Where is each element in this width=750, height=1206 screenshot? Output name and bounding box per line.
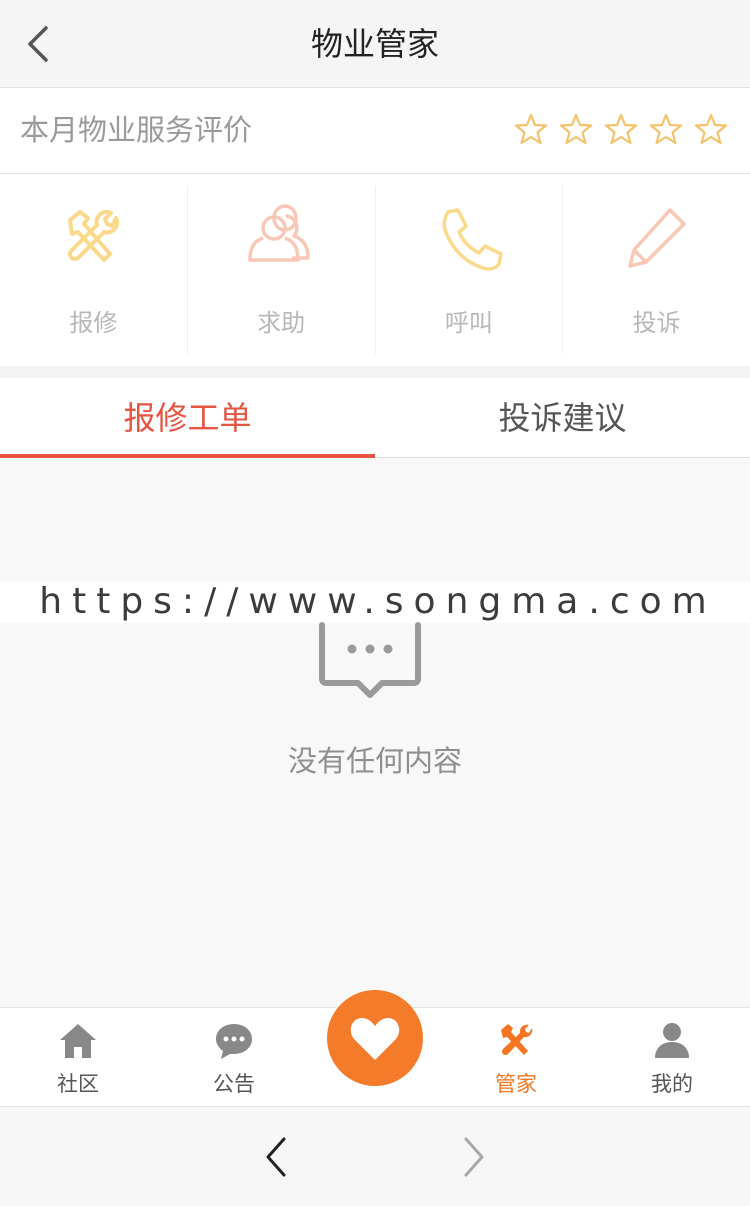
service-help[interactable]: 求助 (188, 186, 376, 354)
tabbar-label: 我的 (651, 1072, 693, 1096)
star-icon[interactable] (649, 112, 683, 146)
center-heart-button[interactable] (327, 990, 423, 1086)
tabbar-item-mine[interactable]: 我的 (594, 1008, 750, 1106)
order-tabs: 报修工单 投诉建议 (0, 378, 750, 458)
chevron-right-icon[interactable] (454, 1134, 494, 1180)
rating-stars[interactable] (514, 112, 728, 150)
home-icon (60, 1024, 96, 1058)
repair-tools-icon (501, 1024, 533, 1056)
browser-nav-bar (0, 1108, 750, 1206)
service-complaint[interactable]: 投诉 (563, 186, 750, 354)
tabbar-item-community[interactable]: 社区 (0, 1008, 156, 1106)
tabbar-item-butler[interactable]: 管家 (438, 1008, 594, 1106)
tab-complaints[interactable]: 投诉建议 (375, 378, 750, 457)
repair-tools-icon (68, 209, 120, 262)
service-help-label: 求助 (257, 309, 306, 337)
chevron-left-icon[interactable] (256, 1134, 296, 1180)
pencil-icon (627, 208, 686, 268)
star-icon[interactable] (604, 112, 638, 146)
chat-bubble-icon (216, 1024, 252, 1059)
top-nav-bar: 物业管家 (0, 0, 750, 88)
section-divider (0, 366, 750, 378)
service-repair-label: 报修 (69, 309, 118, 337)
service-repair[interactable]: 报修 (0, 186, 188, 354)
heart-icon (350, 1018, 400, 1060)
service-call-label: 呼叫 (444, 309, 493, 337)
tab-repair-orders[interactable]: 报修工单 (0, 378, 375, 458)
rating-label: 本月物业服务评价 (20, 113, 253, 147)
service-call[interactable]: 呼叫 (376, 186, 564, 354)
tabbar-label: 管家 (495, 1072, 537, 1096)
message-dots-icon (319, 622, 421, 698)
tabbar-label: 社区 (57, 1072, 99, 1096)
users-icon (248, 204, 310, 262)
watermark-text: https://www.songma.com (0, 581, 750, 623)
star-icon[interactable] (694, 112, 728, 146)
person-icon (655, 1023, 689, 1058)
service-complaint-label: 投诉 (632, 309, 681, 337)
tabbar-label: 公告 (213, 1072, 255, 1096)
star-icon[interactable] (514, 112, 548, 146)
page-title: 物业管家 (310, 25, 439, 63)
empty-state-text: 没有任何内容 (287, 744, 462, 778)
tab-content: https://www.songma.com 没有任何内容 (0, 459, 750, 1007)
star-icon[interactable] (559, 112, 593, 146)
service-rating-row: 本月物业服务评价 (0, 88, 750, 174)
service-grid: 报修 求助 呼叫 投诉 (0, 174, 750, 366)
tabbar-item-notice[interactable]: 公告 (156, 1008, 312, 1106)
phone-icon (442, 208, 503, 271)
